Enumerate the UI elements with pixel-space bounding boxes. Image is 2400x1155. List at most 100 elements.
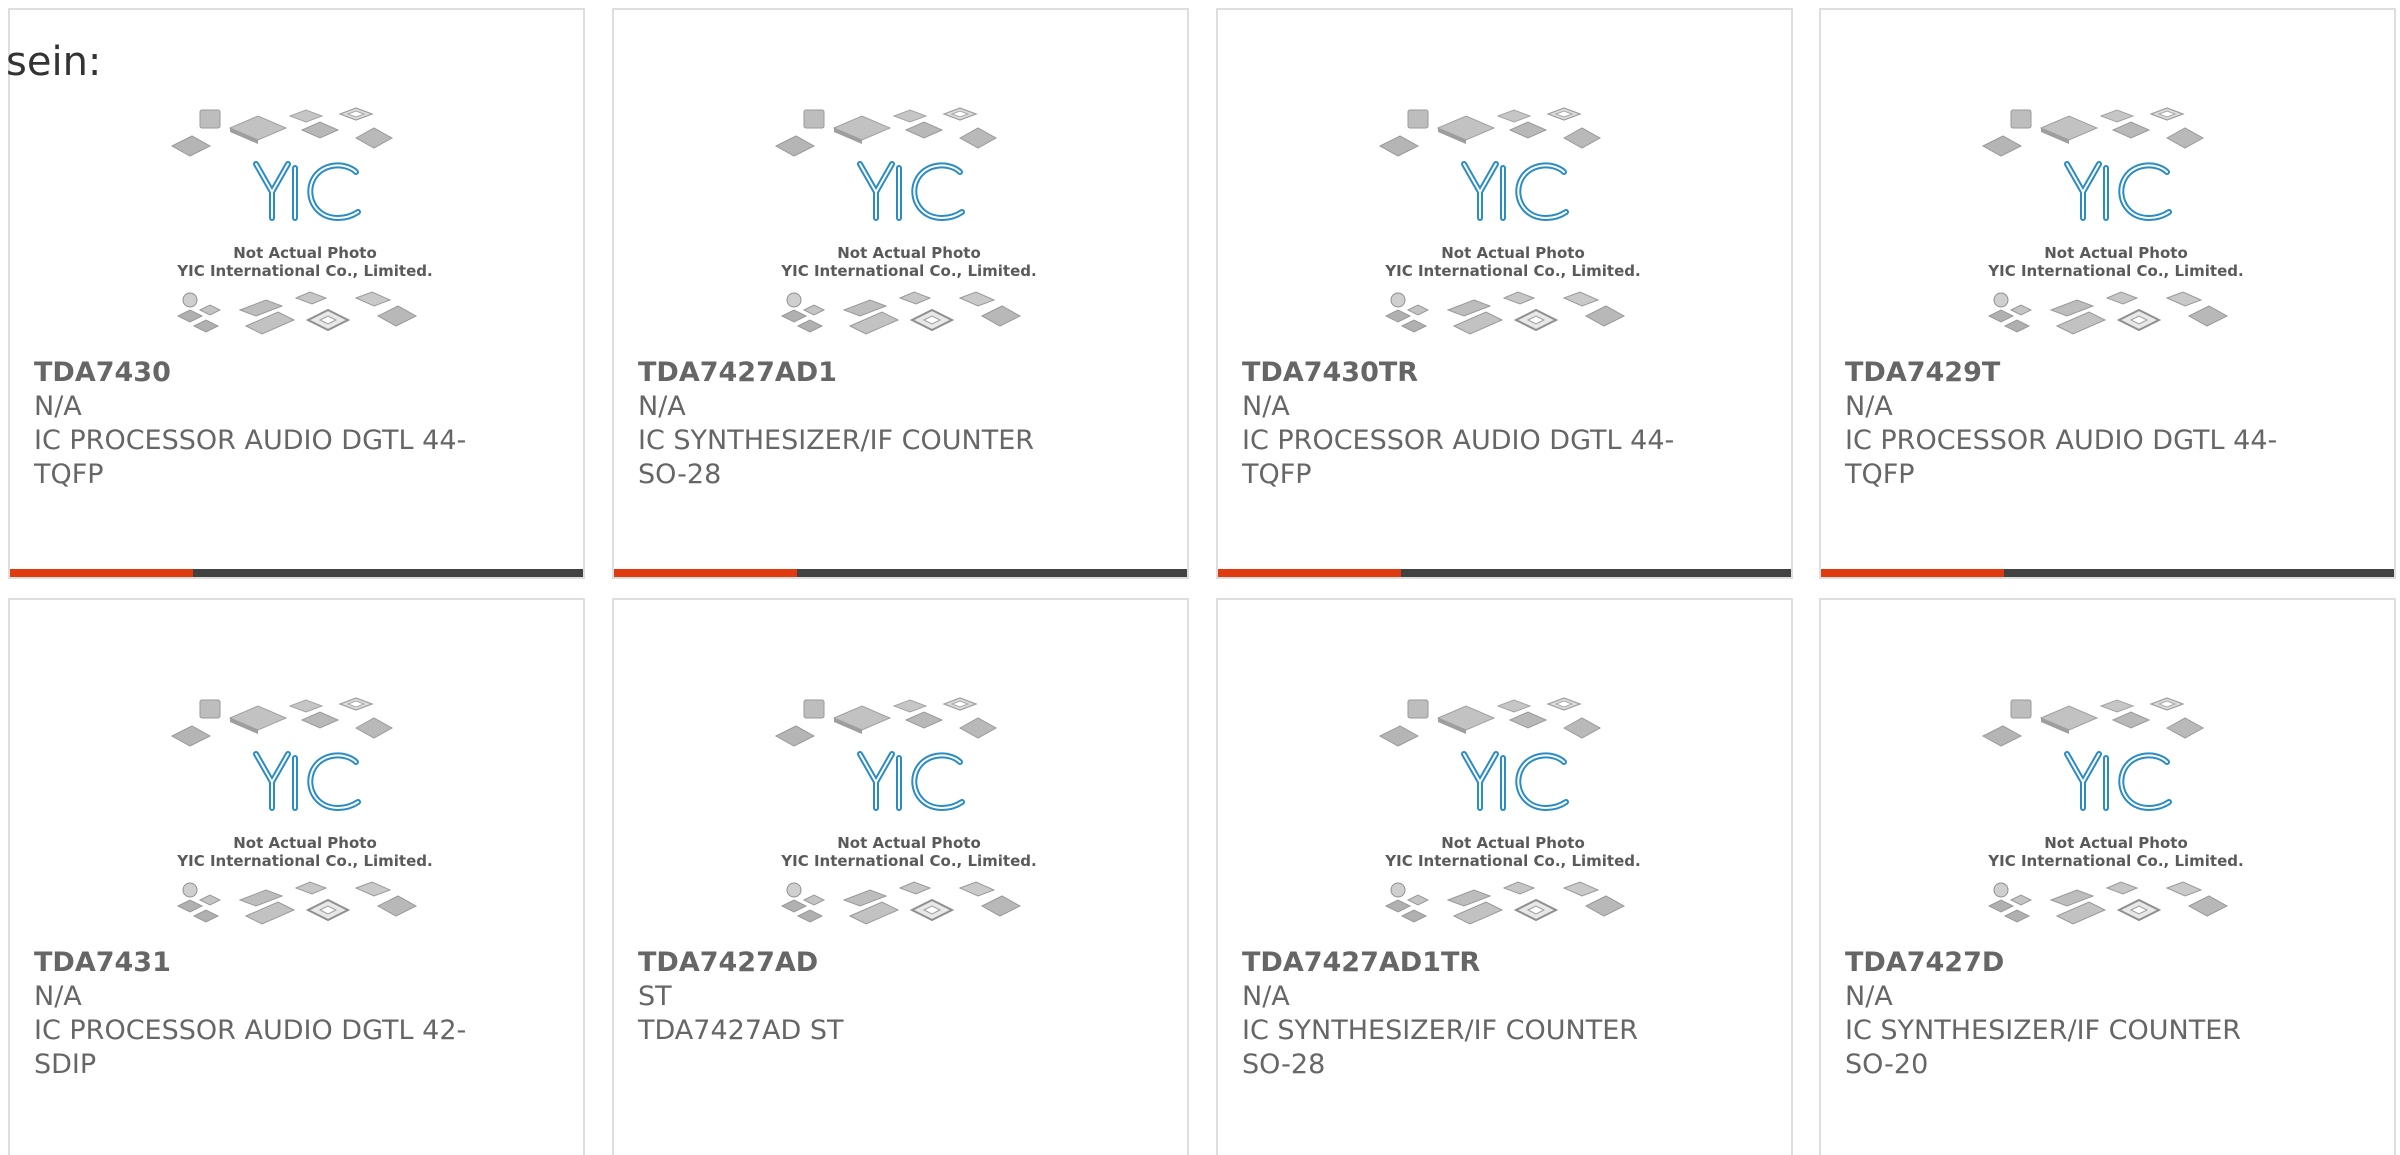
product-info: TDA7430 N/A IC PROCESSOR AUDIO DGTL 44- … (34, 356, 474, 492)
photo-caption-line-2: YIC International Co., Limited. (1384, 262, 1640, 280)
card-bar-accent (614, 569, 797, 577)
part-number[interactable]: TDA7429T (1845, 356, 2285, 390)
manufacturer: N/A (34, 391, 82, 422)
card-bar-accent (1821, 569, 2004, 577)
page-lead-text: sein: (6, 39, 102, 85)
yic-logo (1461, 751, 1569, 812)
product-photo: Not Actual Photo YIC International Co., … (170, 98, 440, 350)
card-bottom-bar (1218, 569, 1791, 577)
chip-packages-top (1378, 107, 1602, 157)
description-line-2: TQFP (1242, 459, 1312, 490)
chip-packages-top (1981, 697, 2205, 747)
description-line-1: IC SYNTHESIZER/IF COUNTER (638, 425, 1035, 456)
card-bar-accent (1218, 569, 1401, 577)
photo-caption-line-1: Not Actual Photo (233, 834, 377, 852)
product-card[interactable]: Not Actual Photo YIC International Co., … (1819, 8, 2396, 579)
chip-packages-bottom (1987, 881, 2229, 925)
product-card[interactable]: Not Actual Photo YIC International Co., … (612, 598, 1189, 1155)
photo-caption-line-1: Not Actual Photo (2044, 834, 2188, 852)
product-photo: Not Actual Photo YIC International Co., … (1378, 98, 1648, 350)
chip-packages-bottom (780, 291, 1022, 335)
photo-caption-line-1: Not Actual Photo (233, 244, 377, 262)
product-card[interactable]: Not Actual Photo YIC International Co., … (1216, 8, 1793, 579)
photo-caption-line-2: YIC International Co., Limited. (1987, 852, 2243, 870)
description-line-1: IC SYNTHESIZER/IF COUNTER (1845, 1015, 2242, 1046)
description-line-2: TQFP (1845, 459, 1915, 490)
product-photo: Not Actual Photo YIC International Co., … (1981, 98, 2251, 350)
chip-packages-bottom (176, 291, 418, 335)
photo-caption-line-2: YIC International Co., Limited. (1987, 262, 2243, 280)
product-info: TDA7430TR N/A IC PROCESSOR AUDIO DGTL 44… (1242, 356, 1682, 492)
part-number[interactable]: TDA7430 (34, 356, 474, 390)
placeholder-chip-image: Not Actual Photo YIC International Co., … (1378, 107, 1641, 335)
card-bar-accent (10, 569, 193, 577)
chip-packages-bottom (1987, 291, 2229, 335)
product-photo: Not Actual Photo YIC International Co., … (774, 688, 1044, 940)
chip-packages-bottom (1384, 881, 1626, 925)
yic-logo (857, 161, 965, 222)
description-line-2: SO-20 (1845, 1049, 1929, 1080)
description-line-2: SO-28 (638, 459, 722, 490)
manufacturer: N/A (34, 981, 82, 1012)
photo-caption-line-1: Not Actual Photo (1441, 244, 1585, 262)
chip-packages-top (774, 107, 998, 157)
manufacturer: N/A (1242, 391, 1290, 422)
yic-logo (253, 751, 361, 812)
product-card[interactable]: Not Actual Photo YIC International Co., … (1819, 598, 2396, 1155)
product-info: TDA7427AD ST TDA7427AD ST (638, 946, 1078, 1048)
product-info: TDA7431 N/A IC PROCESSOR AUDIO DGTL 42- … (34, 946, 474, 1082)
product-photo: Not Actual Photo YIC International Co., … (774, 98, 1044, 350)
description-line-1: IC SYNTHESIZER/IF COUNTER (1242, 1015, 1639, 1046)
product-photo: Not Actual Photo YIC International Co., … (1378, 688, 1648, 940)
chip-packages-top (1378, 697, 1602, 747)
photo-caption-line-2: YIC International Co., Limited. (1384, 852, 1640, 870)
chip-packages-top (170, 107, 394, 157)
placeholder-chip-image: Not Actual Photo YIC International Co., … (1981, 697, 2244, 925)
manufacturer: N/A (1242, 981, 1290, 1012)
chip-packages-top (1981, 107, 2205, 157)
product-card[interactable]: Not Actual Photo YIC International Co., … (8, 598, 585, 1155)
chip-packages-top (774, 697, 998, 747)
placeholder-chip-image: Not Actual Photo YIC International Co., … (1378, 697, 1641, 925)
part-number[interactable]: TDA7427D (1845, 946, 2285, 980)
part-number[interactable]: TDA7427AD (638, 946, 1078, 980)
yic-logo (2064, 751, 2172, 812)
part-number[interactable]: TDA7431 (34, 946, 474, 980)
manufacturer: N/A (638, 391, 686, 422)
yic-logo (253, 161, 361, 222)
placeholder-chip-image: Not Actual Photo YIC International Co., … (774, 107, 1037, 335)
photo-caption-line-2: YIC International Co., Limited. (176, 852, 432, 870)
photo-caption-line-1: Not Actual Photo (837, 834, 981, 852)
card-bottom-bar (10, 569, 583, 577)
description-line-2: SO-28 (1242, 1049, 1326, 1080)
card-bottom-bar (1821, 569, 2394, 577)
chip-packages-bottom (176, 881, 418, 925)
part-number[interactable]: TDA7427AD1TR (1242, 946, 1682, 980)
part-number[interactable]: TDA7427AD1 (638, 356, 1078, 390)
description-line-1: TDA7427AD ST (638, 1015, 844, 1046)
product-info: TDA7427AD1 N/A IC SYNTHESIZER/IF COUNTER… (638, 356, 1078, 492)
product-card[interactable]: Not Actual Photo YIC International Co., … (8, 8, 585, 579)
part-number[interactable]: TDA7430TR (1242, 356, 1682, 390)
description-line-1: IC PROCESSOR AUDIO DGTL 44- (1242, 425, 1675, 456)
product-photo: Not Actual Photo YIC International Co., … (170, 688, 440, 940)
yic-logo (2064, 161, 2172, 222)
description-line-1: IC PROCESSOR AUDIO DGTL 44- (1845, 425, 2278, 456)
placeholder-chip-image: Not Actual Photo YIC International Co., … (170, 107, 433, 335)
yic-logo (1461, 161, 1569, 222)
photo-caption-line-1: Not Actual Photo (2044, 244, 2188, 262)
placeholder-chip-image: Not Actual Photo YIC International Co., … (774, 697, 1037, 925)
manufacturer: N/A (1845, 391, 1893, 422)
photo-caption-line-2: YIC International Co., Limited. (176, 262, 432, 280)
yic-logo (857, 751, 965, 812)
product-card[interactable]: Not Actual Photo YIC International Co., … (612, 8, 1189, 579)
product-info: TDA7427D N/A IC SYNTHESIZER/IF COUNTER S… (1845, 946, 2285, 1082)
product-card[interactable]: Not Actual Photo YIC International Co., … (1216, 598, 1793, 1155)
manufacturer: ST (638, 981, 672, 1012)
card-bottom-bar (614, 569, 1187, 577)
chip-packages-top (170, 697, 394, 747)
description-line-2: TQFP (34, 459, 104, 490)
product-info: TDA7429T N/A IC PROCESSOR AUDIO DGTL 44-… (1845, 356, 2285, 492)
chip-packages-bottom (1384, 291, 1626, 335)
placeholder-chip-image: Not Actual Photo YIC International Co., … (170, 697, 433, 925)
